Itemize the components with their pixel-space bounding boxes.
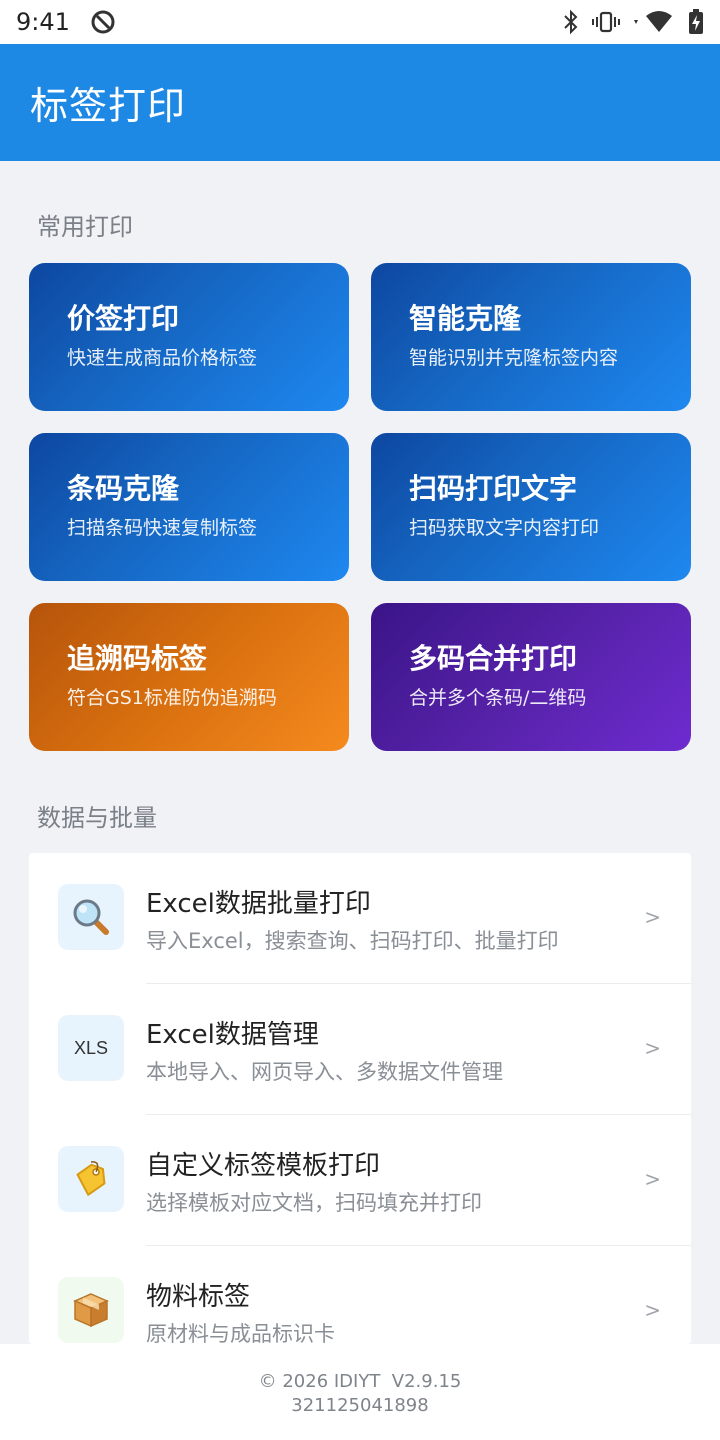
list-item-excel-data-management[interactable]: XLS Excel数据管理 本地导入、网页导入、多数据文件管理 > [29, 984, 691, 1115]
list-item-title: 自定义标签模板打印 [146, 1151, 381, 1181]
list-item-custom-template-print[interactable]: 自定义标签模板打印 选择模板对应文档，扫码填充并打印 > [29, 1115, 691, 1246]
card-title: 扫码打印文字 [409, 472, 578, 505]
list-item-title: Excel数据管理 [146, 1020, 319, 1050]
card-scan-print-text[interactable]: 扫码打印文字 扫码获取文字内容打印 [371, 433, 691, 581]
app-bar: 标签打印 [0, 44, 720, 161]
xls-icon: XLS [58, 1015, 124, 1081]
card-title: 多码合并打印 [409, 642, 578, 675]
footer-id: 321125041898 [291, 1395, 429, 1416]
card-subtitle: 合并多个条码/二维码 [409, 687, 587, 709]
card-multi-code-merge[interactable]: 多码合并打印 合并多个条码/二维码 [371, 603, 691, 751]
battery-icon [688, 9, 704, 35]
card-trace-code-label[interactable]: 追溯码标签 符合GS1标准防伪追溯码 [29, 603, 349, 751]
card-subtitle: 智能识别并克隆标签内容 [409, 347, 619, 369]
card-smart-clone[interactable]: 智能克隆 智能识别并克隆标签内容 [371, 263, 691, 411]
chevron-right-icon: > [644, 1298, 661, 1322]
card-barcode-clone[interactable]: 条码克隆 扫描条码快速复制标签 [29, 433, 349, 581]
card-subtitle: 快速生成商品价格标签 [67, 347, 258, 369]
list-item-title: Excel数据批量打印 [146, 889, 371, 919]
vibrate-icon [592, 10, 620, 34]
footer: © 2026 IDIYT V2.9.15 321125041898 [0, 1344, 720, 1440]
list-item-subtitle: 选择模板对应文档，扫码填充并打印 [146, 1191, 482, 1215]
list-item-material-label[interactable]: 物料标签 原材料与成品标识卡 > [29, 1246, 691, 1344]
data-saver-icon [90, 9, 116, 35]
card-subtitle: 扫码获取文字内容打印 [409, 517, 600, 539]
card-title: 追溯码标签 [67, 642, 208, 675]
magnifier-icon [58, 884, 124, 950]
list-item-excel-batch-print[interactable]: Excel数据批量打印 导入Excel，搜索查询、扫码打印、批量打印 > [29, 853, 691, 984]
price-tag-icon [58, 1146, 124, 1212]
section-title-data: 数据与批量 [37, 804, 157, 832]
footer-copyright: © 2026 IDIYT V2.9.15 [258, 1371, 462, 1392]
card-subtitle: 符合GS1标准防伪追溯码 [67, 687, 277, 709]
card-title: 智能克隆 [409, 302, 522, 335]
card-price-label[interactable]: 价签打印 快速生成商品价格标签 [29, 263, 349, 411]
page-title: 标签打印 [30, 84, 187, 128]
list-item-title: 物料标签 [146, 1282, 251, 1312]
chevron-right-icon: > [644, 905, 661, 929]
package-icon [58, 1277, 124, 1343]
list-item-subtitle: 原材料与成品标识卡 [146, 1322, 335, 1344]
xls-icon-text: XLS [73, 1037, 109, 1058]
status-time: 9:41 [16, 8, 70, 36]
chevron-right-icon: > [644, 1167, 661, 1191]
chevron-right-icon: > [644, 1036, 661, 1060]
card-title: 价签打印 [67, 302, 180, 335]
list-item-subtitle: 本地导入、网页导入、多数据文件管理 [146, 1060, 503, 1084]
list-item-subtitle: 导入Excel，搜索查询、扫码打印、批量打印 [146, 929, 559, 953]
wifi-icon [632, 10, 676, 34]
card-subtitle: 扫描条码快速复制标签 [67, 517, 258, 539]
data-list: Excel数据批量打印 导入Excel，搜索查询、扫码打印、批量打印 > XLS… [29, 853, 691, 1344]
card-title: 条码克隆 [67, 472, 180, 505]
bluetooth-icon [562, 9, 580, 35]
status-bar: 9:41 [0, 0, 720, 44]
section-title-common: 常用打印 [37, 213, 133, 241]
